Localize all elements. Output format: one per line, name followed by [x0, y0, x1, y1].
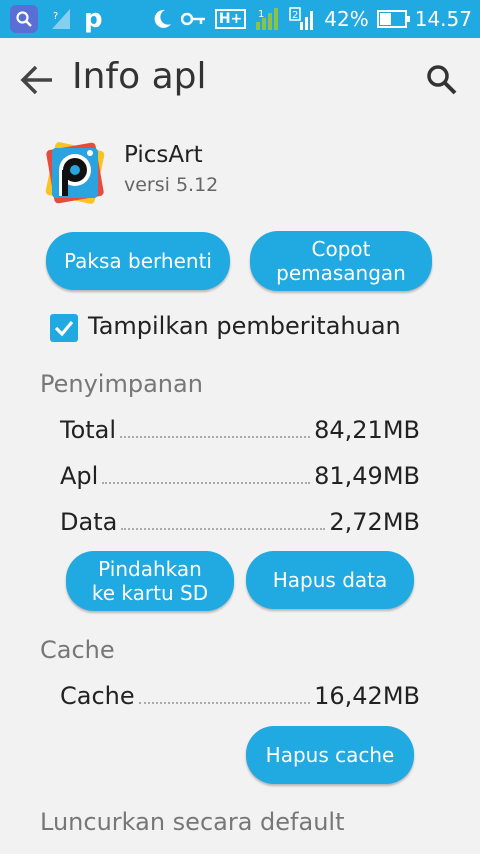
storage-row-total: Total 84,21MB — [60, 412, 420, 444]
network-type-badge: H+ — [214, 9, 247, 29]
dotted-leader — [120, 436, 311, 438]
cache-heading: Cache — [40, 636, 115, 664]
force-stop-button[interactable]: Paksa berhenti — [46, 232, 230, 290]
row-label: Total — [60, 416, 117, 444]
move-to-sd-button[interactable]: Pindahkan ke kartu SD — [66, 551, 234, 611]
status-bar-right: H+ 1 2 42% 14.57 — [151, 4, 472, 34]
row-value: 2,72MB — [329, 508, 420, 536]
dotted-leader — [138, 702, 311, 704]
storage-row-data: Data 2,72MB — [60, 504, 420, 536]
app-name: PicsArt — [124, 142, 203, 168]
row-value: 84,21MB — [314, 416, 420, 444]
row-label: Data — [60, 508, 118, 536]
dotted-leader — [121, 528, 326, 530]
cache-row: Cache 16,42MB — [60, 678, 420, 710]
app-bar: Info apl — [0, 38, 480, 124]
checkmark-icon — [54, 320, 74, 337]
clear-data-button[interactable]: Hapus data — [246, 551, 414, 609]
p-app-icon: p — [84, 4, 103, 34]
dotted-leader — [102, 482, 311, 484]
row-value: 81,49MB — [314, 462, 420, 490]
storage-row-app: Apl 81,49MB — [60, 458, 420, 490]
clock: 14.57 — [414, 7, 472, 31]
svg-text:2: 2 — [292, 10, 298, 21]
clear-cache-button[interactable]: Hapus cache — [246, 726, 414, 784]
uninstall-button[interactable]: Copot pemasangan — [250, 231, 432, 291]
svg-text:?: ? — [53, 11, 58, 22]
row-value: 16,42MB — [314, 682, 420, 710]
row-label: Cache — [60, 682, 135, 710]
storage-heading: Penyimpanan — [40, 370, 203, 398]
notification-checkbox[interactable] — [50, 314, 78, 342]
back-arrow-icon[interactable] — [18, 60, 58, 100]
key-icon — [180, 12, 205, 26]
search-icon — [10, 5, 38, 33]
launch-default-heading: Luncurkan secara default — [40, 808, 345, 836]
status-bar-left: ? p — [10, 4, 103, 34]
app-version: versi 5.12 — [124, 174, 219, 196]
sim2-signal-icon: 2 — [289, 7, 314, 30]
battery-icon — [376, 10, 410, 28]
search-icon[interactable] — [424, 62, 460, 98]
sim1-signal-icon: 1 — [256, 8, 279, 30]
battery-percent: 42% — [324, 7, 369, 31]
status-bar: ? p H+ 1 2 42% 14.57 — [0, 0, 480, 38]
page-title: Info apl — [72, 56, 207, 97]
moon-icon — [154, 9, 171, 28]
notification-label: Tampilkan pemberitahuan — [88, 312, 401, 340]
picsart-icon — [45, 142, 105, 204]
row-label: Apl — [60, 462, 99, 490]
svg-text:1: 1 — [258, 9, 264, 20]
no-signal-icon: ? — [52, 9, 70, 29]
